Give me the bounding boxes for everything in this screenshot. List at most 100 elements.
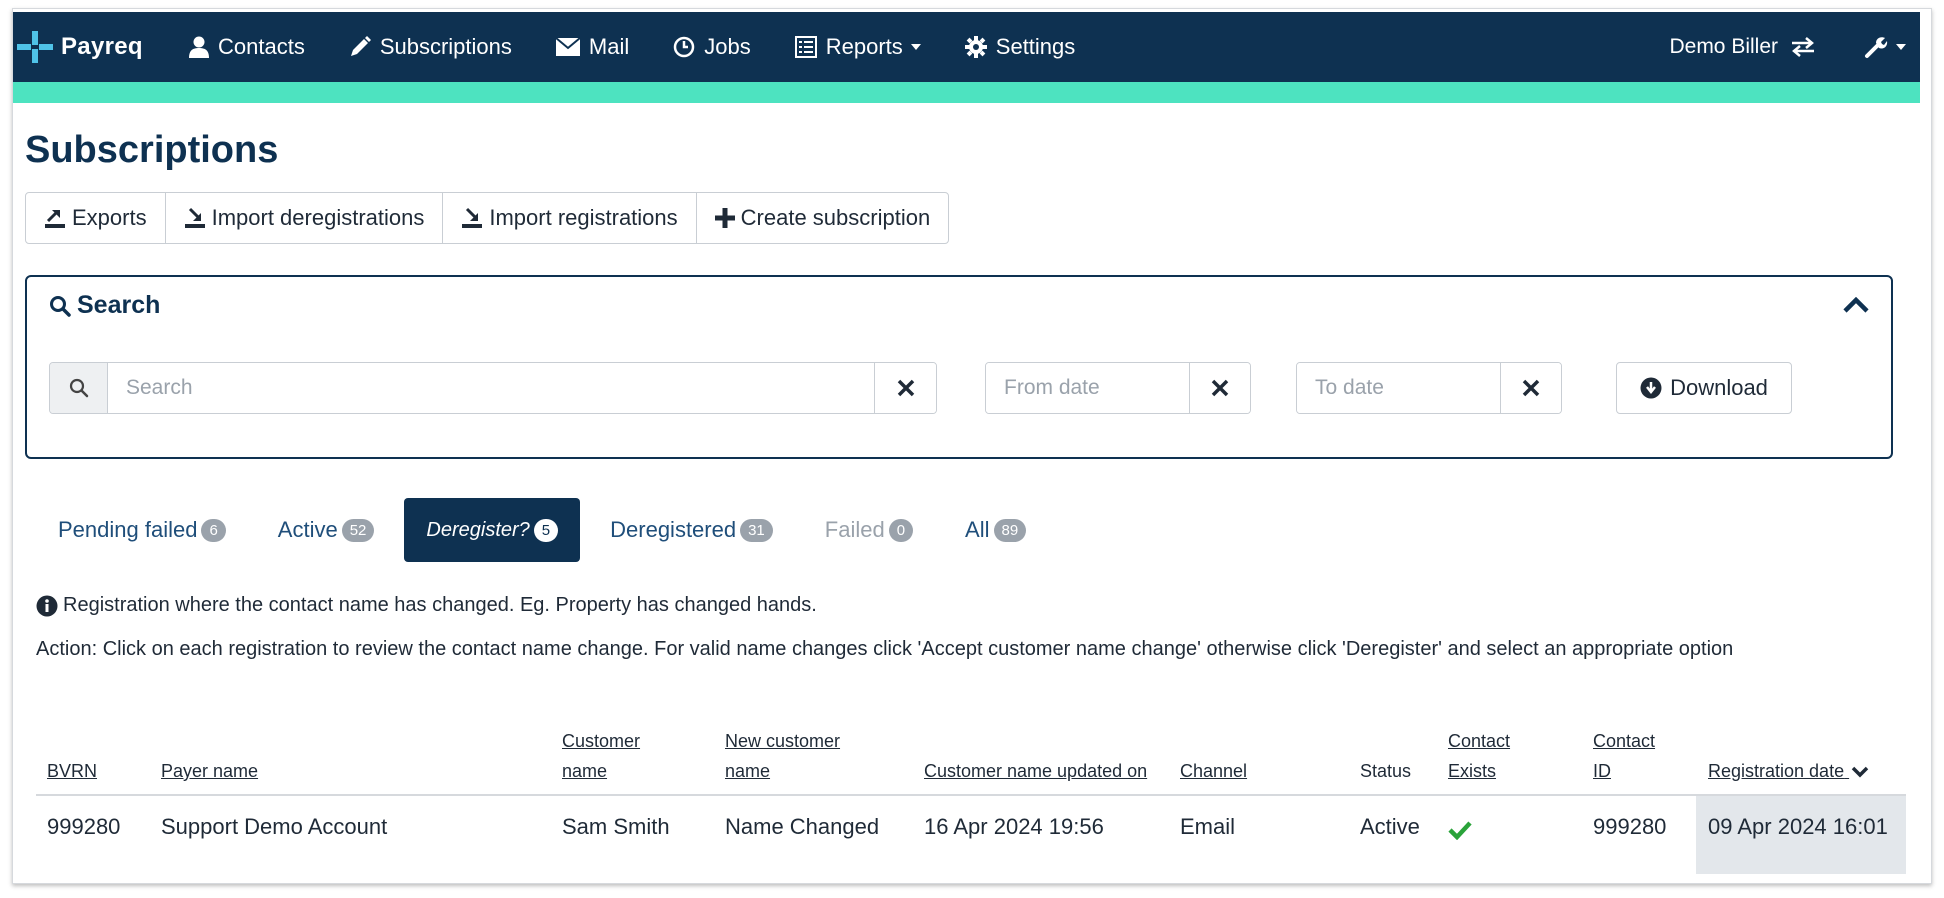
tab-deregister[interactable]: Deregister? 5: [404, 498, 581, 562]
count-badge: 6: [201, 518, 226, 542]
search-heading: Search: [77, 291, 161, 319]
tab-label: Failed: [824, 517, 885, 542]
info-description-text: Registration where the contact name has …: [63, 594, 817, 616]
chevron-down-icon: [910, 44, 921, 50]
tab-pending-failed[interactable]: Pending failed 6: [36, 498, 248, 562]
column-header-registration-date[interactable]: Registration date: [1708, 756, 1869, 786]
column-header-bvrn[interactable]: BVRN: [47, 756, 97, 786]
from-date-input[interactable]: [986, 363, 1189, 413]
to-date-input[interactable]: [1297, 363, 1500, 413]
column-header-contact-id[interactable]: Contact ID: [1593, 726, 1673, 786]
nav-jobs[interactable]: Jobs: [673, 12, 751, 82]
import-registrations-button[interactable]: Import registrations: [443, 193, 697, 243]
nav-settings-label: Settings: [995, 34, 1076, 59]
search-icon: [50, 295, 71, 317]
close-icon: [1522, 379, 1540, 397]
chevron-up-icon[interactable]: [1843, 296, 1869, 318]
count-badge: 31: [740, 518, 773, 542]
registration-date-label: Registration date: [1708, 761, 1845, 781]
cell-new-customer-name: Name Changed: [725, 814, 880, 839]
search-icon: [50, 363, 108, 413]
envelope-icon: [555, 38, 580, 56]
import-deregistrations-button[interactable]: Import deregistrations: [166, 193, 444, 243]
cell-registration-date: 09 Apr 2024 16:01: [1696, 796, 1906, 874]
accent-bar: [13, 82, 1920, 103]
current-user-name: Demo Biller: [1669, 35, 1778, 58]
subscriptions-table: BVRN Payer name Customer name New custom…: [36, 722, 1906, 874]
nav-settings[interactable]: Settings: [964, 12, 1076, 82]
column-header-payer-name[interactable]: Payer name: [161, 756, 258, 786]
tab-all[interactable]: All 89: [943, 498, 1048, 562]
gear-icon: [964, 36, 987, 58]
column-header-channel[interactable]: Channel: [1180, 756, 1247, 786]
close-icon: [1211, 379, 1229, 397]
download-label: Download: [1670, 375, 1768, 400]
status-tabs: Pending failed 6 Active 52 Deregister? 5…: [36, 498, 1056, 562]
search-input[interactable]: [108, 363, 874, 413]
nav-subscriptions[interactable]: Subscriptions: [349, 12, 512, 82]
to-date-group: [1296, 362, 1562, 414]
page-title: Subscriptions: [25, 129, 279, 171]
account-switcher[interactable]: Demo Biller: [1669, 35, 1816, 59]
count-badge: 52: [341, 518, 375, 542]
nav-mail-label: Mail: [588, 34, 630, 59]
tab-label: Active: [277, 517, 338, 542]
tab-active[interactable]: Active 52: [256, 498, 397, 562]
tab-deregistered[interactable]: Deregistered 31: [588, 498, 795, 562]
create-subscription-button[interactable]: Create subscription: [697, 193, 949, 243]
wrench-icon: [1865, 37, 1888, 58]
switch-arrows-icon: [1792, 37, 1814, 57]
info-icon: [36, 595, 58, 616]
nav-mail[interactable]: Mail: [555, 12, 630, 82]
clear-to-date-button[interactable]: [1500, 363, 1561, 413]
tab-label: Deregistered: [610, 517, 737, 542]
clock-icon: [674, 36, 695, 58]
nav-contacts[interactable]: Contacts: [189, 12, 305, 82]
count-badge: 89: [993, 518, 1027, 542]
sort-desc-icon: [1851, 767, 1869, 778]
download-icon: [1640, 377, 1662, 399]
plus-icon: [714, 208, 735, 228]
cell-customer-name: Sam Smith: [562, 814, 670, 839]
clear-from-date-button[interactable]: [1189, 363, 1250, 413]
search-panel: Search Download: [25, 275, 1893, 459]
table-row[interactable]: 999280 Support Demo Account Sam Smith Na…: [36, 796, 1906, 874]
from-date-group: [985, 362, 1251, 414]
cell-bvrn: 999280: [47, 814, 121, 839]
cell-channel: Email: [1180, 814, 1236, 839]
column-header-status: Status: [1360, 761, 1412, 781]
nav-reports-label: Reports: [825, 34, 903, 59]
close-icon: [897, 379, 914, 397]
cell-payer-name: Support Demo Account: [161, 814, 388, 839]
column-header-customer-name[interactable]: Customer name: [562, 726, 672, 786]
pencil-icon: [350, 36, 371, 56]
cell-contact-id: 999280: [1593, 814, 1667, 839]
column-header-contact-exists[interactable]: Contact Exists: [1448, 726, 1538, 786]
action-button-group: Exports Import deregistrations Import re…: [25, 192, 950, 244]
exports-label: Exports: [72, 205, 147, 230]
checkmark-icon: [1448, 821, 1472, 841]
tools-menu[interactable]: [1864, 35, 1906, 59]
nav-reports[interactable]: Reports: [794, 12, 921, 82]
cell-contact-exists: [1448, 816, 1472, 849]
import-icon: [462, 207, 483, 228]
search-input-group: [49, 362, 937, 414]
column-header-new-customer-name[interactable]: New customer name: [725, 726, 875, 786]
cell-name-updated-on: 16 Apr 2024 19:56: [924, 814, 1104, 839]
tab-label: All: [965, 517, 990, 542]
list-icon: [794, 36, 817, 58]
tab-failed[interactable]: Failed 0: [803, 498, 935, 562]
download-button[interactable]: Download: [1616, 362, 1792, 414]
clear-search-button[interactable]: [874, 363, 936, 413]
count-badge: 0: [888, 518, 914, 542]
column-header-name-updated-on[interactable]: Customer name updated on: [924, 756, 1154, 786]
cell-status: Active: [1360, 814, 1420, 839]
chevron-down-icon: [1896, 44, 1906, 50]
info-description: Registration where the contact name has …: [36, 594, 817, 617]
search-panel-header[interactable]: Search: [49, 291, 160, 320]
tab-label: Pending failed: [58, 517, 198, 542]
brand[interactable]: Payreq: [13, 12, 193, 82]
exports-button[interactable]: Exports: [26, 193, 166, 243]
user-icon: [189, 36, 209, 58]
table-header: BVRN Payer name Customer name New custom…: [36, 722, 1906, 796]
